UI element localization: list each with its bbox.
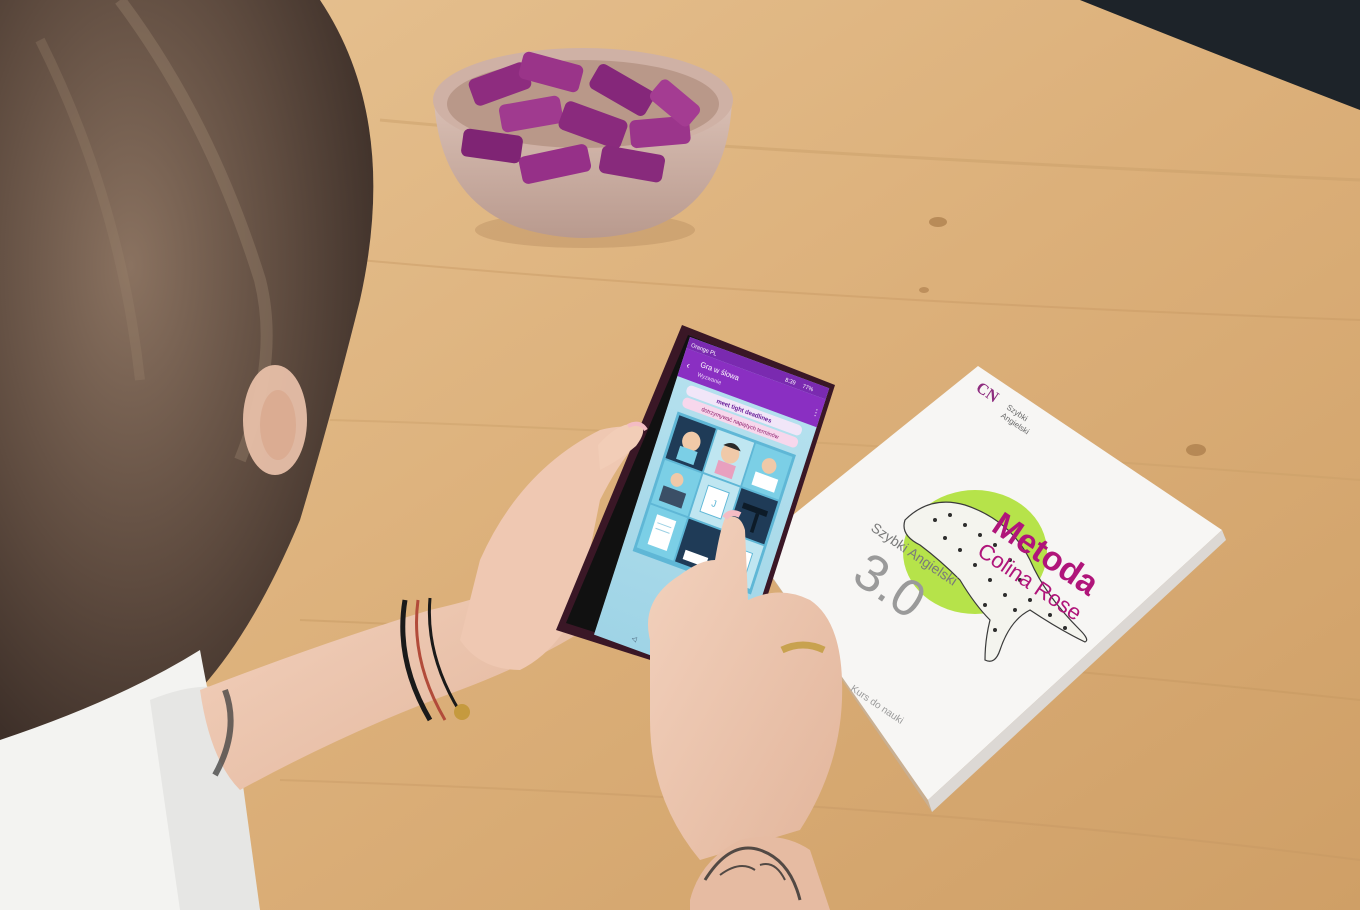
wood-knot — [1186, 444, 1206, 456]
scene-canvas: CN Szybki Angielski Metoda Colina Rose S… — [0, 0, 1360, 910]
photo-scene: CN Szybki Angielski Metoda Colina Rose S… — [0, 0, 1360, 910]
wood-knot — [919, 287, 929, 293]
bracelet-charm — [454, 704, 470, 720]
wood-knot — [929, 217, 947, 227]
